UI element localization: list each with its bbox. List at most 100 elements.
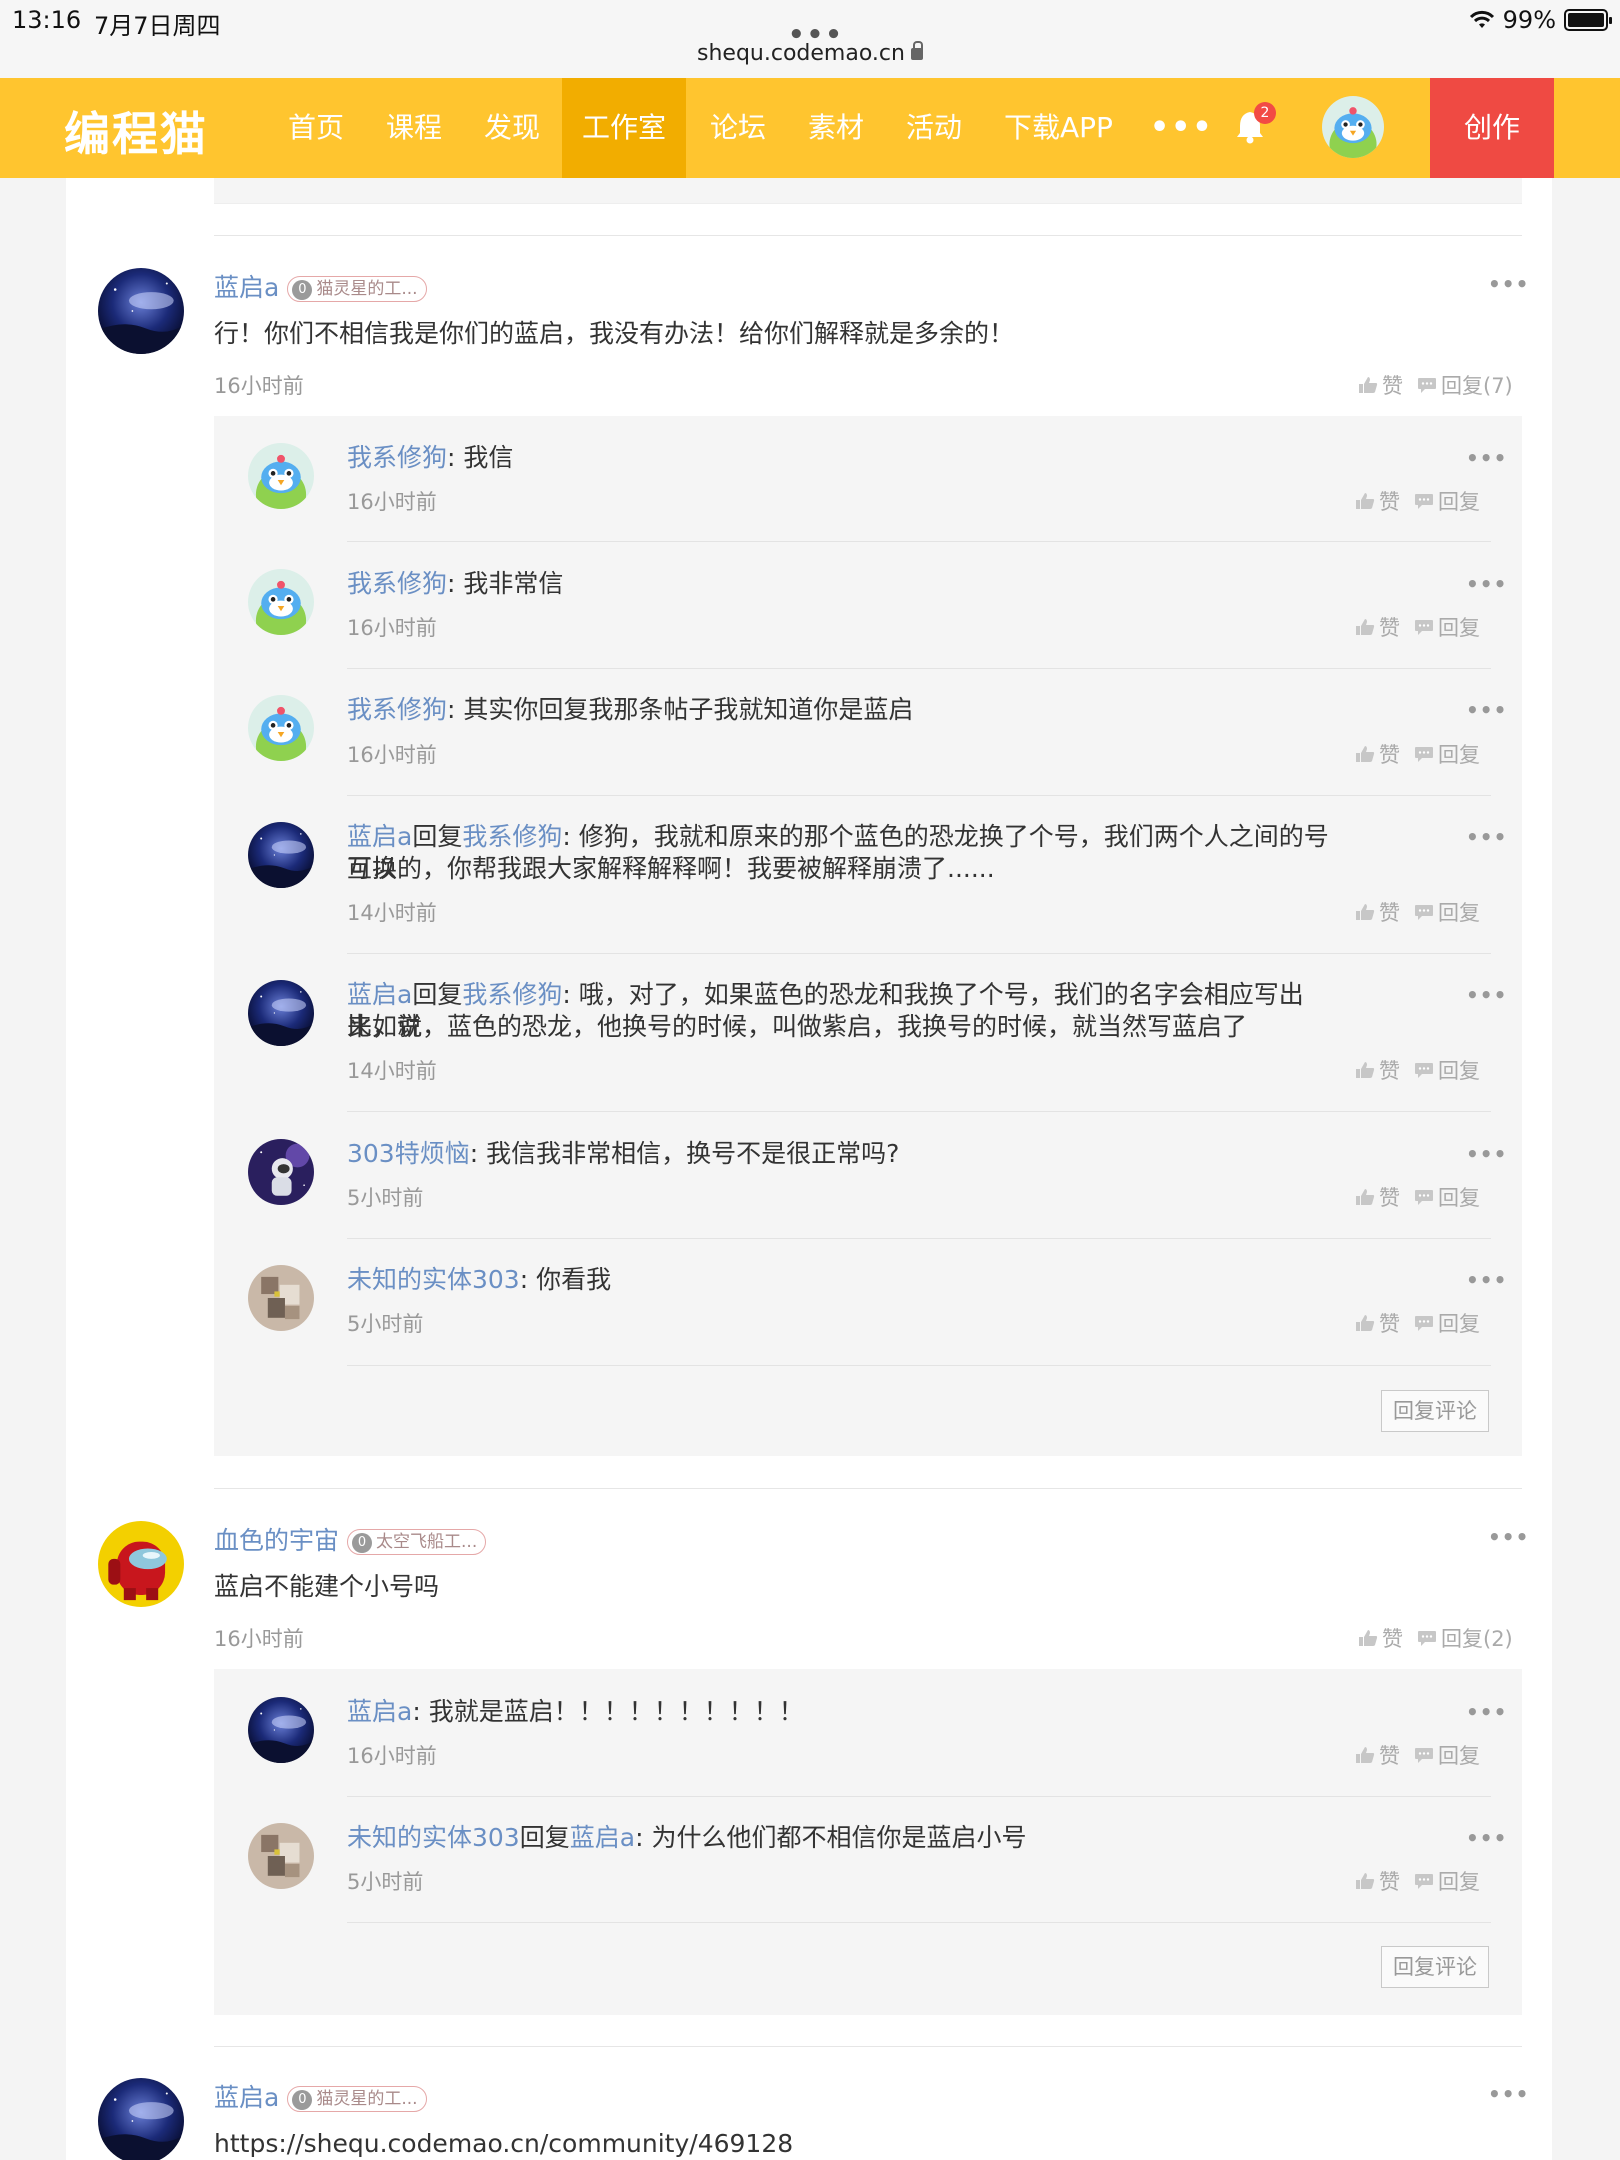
like-button[interactable]: 赞 [1355, 739, 1400, 769]
status-right: 99% [1469, 6, 1612, 34]
user-badge[interactable]: 0 猫灵星的工... [287, 2086, 427, 2112]
tab-dots-icon[interactable]: ••• [788, 20, 844, 50]
reply-button[interactable]: 回复 [1414, 1055, 1480, 1085]
avatar[interactable] [248, 980, 314, 1046]
reply-username[interactable]: 我系修狗 [347, 569, 447, 598]
like-button[interactable]: 赞 [1355, 1182, 1400, 1212]
nav-item-materials[interactable]: 素材 [788, 78, 884, 178]
like-button[interactable]: 赞 [1358, 1623, 1403, 1653]
like-button[interactable]: 赞 [1355, 897, 1400, 927]
reply-word: 回复 [519, 1823, 570, 1852]
avatar[interactable] [248, 1265, 314, 1331]
reply-username[interactable]: 蓝启a [347, 822, 412, 851]
like-label: 赞 [1379, 1312, 1400, 1336]
avatar[interactable] [248, 1823, 314, 1889]
comment-link[interactable]: https://shequ.codemao.cn/community/46912… [214, 2128, 793, 2160]
reply-label: 回复 [1438, 1870, 1480, 1894]
reply-username[interactable]: 蓝启a [347, 1697, 412, 1726]
nav-item-studio[interactable]: 工作室 [562, 78, 687, 178]
reply-username[interactable]: 我系修狗 [347, 695, 447, 724]
reply-word: 回复 [412, 980, 463, 1009]
divider [347, 953, 1491, 954]
reply-button[interactable]: 回复 [1414, 739, 1480, 769]
username[interactable]: 蓝启a [214, 273, 279, 302]
reply-text: 未知的实体303回复蓝启a: 为什么他们都不相信你是蓝启小号 [347, 1822, 1347, 1854]
avatar[interactable] [98, 2078, 184, 2160]
avatar[interactable] [248, 1697, 314, 1763]
logo[interactable]: 编程猫 [64, 98, 208, 164]
reply-button[interactable]: 回复(2) [1417, 1623, 1513, 1653]
avatar[interactable] [248, 443, 314, 509]
like-button[interactable]: 赞 [1355, 1740, 1400, 1770]
reply-username[interactable]: 未知的实体303 [347, 1823, 520, 1852]
more-options-icon[interactable]: ••• [1466, 698, 1507, 722]
more-options-icon[interactable]: ••• [1466, 572, 1507, 596]
more-options-icon[interactable]: ••• [1466, 1268, 1507, 1292]
more-options-icon[interactable]: ••• [1488, 2082, 1529, 2106]
divider [347, 795, 1491, 796]
avatar[interactable] [248, 1139, 314, 1205]
avatar[interactable] [248, 569, 314, 635]
reply-button[interactable]: 回复 [1414, 1866, 1480, 1896]
reply-comment-button[interactable]: 回复评论 [1381, 1390, 1489, 1432]
comment-text: 蓝启不能建个小号吗 [214, 1572, 440, 1601]
user-badge[interactable]: 0 太空飞船工... [347, 1529, 487, 1555]
more-options-icon[interactable]: ••• [1466, 1142, 1507, 1166]
nav-item-forum[interactable]: 论坛 [690, 78, 786, 178]
reply-button[interactable]: 回复 [1414, 1182, 1480, 1212]
nav-item-courses[interactable]: 课程 [366, 78, 462, 178]
like-button[interactable]: 赞 [1358, 370, 1403, 400]
like-button[interactable]: 赞 [1355, 1308, 1400, 1338]
reply-to-username[interactable]: 我系修狗 [462, 980, 562, 1009]
username[interactable]: 蓝启a [214, 2083, 279, 2112]
nav-more-icon[interactable]: ••• [1150, 78, 1214, 178]
avatar[interactable] [248, 822, 314, 888]
nav-item-home[interactable]: 首页 [268, 78, 364, 178]
reply-button[interactable]: 回复 [1414, 1740, 1480, 1770]
more-options-icon[interactable]: ••• [1488, 272, 1529, 296]
reply-time: 5小时前 [347, 1312, 424, 1336]
reply-button[interactable]: 回复 [1414, 1308, 1480, 1338]
more-options-icon[interactable]: ••• [1466, 1700, 1507, 1724]
like-button[interactable]: 赞 [1355, 486, 1400, 516]
reply-button[interactable]: 回复 [1414, 612, 1480, 642]
reply-comment-button[interactable]: 回复评论 [1381, 1946, 1489, 1988]
more-options-icon[interactable]: ••• [1488, 1525, 1529, 1549]
reply-username[interactable]: 蓝启a [347, 980, 412, 1009]
thumb-up-icon [1355, 903, 1375, 921]
more-options-icon[interactable]: ••• [1466, 983, 1507, 1007]
nav-item-download-app[interactable]: 下载APP [984, 78, 1133, 178]
reply-text: 我系修狗: 我非常信 [347, 568, 1347, 600]
more-options-icon[interactable]: ••• [1466, 825, 1507, 849]
avatar[interactable] [98, 268, 184, 354]
thumb-up-icon [1355, 618, 1375, 636]
reply-username[interactable]: 我系修狗 [347, 443, 447, 472]
like-button[interactable]: 赞 [1355, 1866, 1400, 1896]
battery-icon [1564, 9, 1612, 31]
nav-item-events[interactable]: 活动 [886, 78, 982, 178]
reply-actions: 赞 回复 [1355, 486, 1480, 516]
nav-item-discover[interactable]: 发现 [464, 78, 560, 178]
more-options-icon[interactable]: ••• [1466, 1826, 1507, 1850]
reply-to-username[interactable]: 我系修狗 [462, 822, 562, 851]
reply-username[interactable]: 未知的实体303 [347, 1265, 520, 1294]
user-badge[interactable]: 0 猫灵星的工... [287, 276, 427, 302]
username[interactable]: 血色的宇宙 [214, 1526, 339, 1555]
like-label: 赞 [1379, 1186, 1400, 1210]
create-button[interactable]: 创作 [1430, 78, 1554, 178]
comment-icon [1414, 1314, 1434, 1332]
reply-to-username[interactable]: 蓝启a [570, 1823, 635, 1852]
reply-username[interactable]: 303特烦恼 [347, 1139, 470, 1168]
more-options-icon[interactable]: ••• [1466, 446, 1507, 470]
user-avatar[interactable] [1322, 96, 1384, 158]
like-button[interactable]: 赞 [1355, 1055, 1400, 1085]
reply-label: 回复 [1438, 743, 1480, 767]
url-bar[interactable]: ••• shequ.codemao.cn [0, 20, 1620, 78]
avatar[interactable] [98, 1521, 184, 1607]
like-button[interactable]: 赞 [1355, 612, 1400, 642]
reply-button[interactable]: 回复 [1414, 897, 1480, 927]
reply-button[interactable]: 回复 [1414, 486, 1480, 516]
avatar[interactable] [248, 695, 314, 761]
comment-actions: 赞 回复(2) [1358, 1623, 1513, 1653]
reply-button[interactable]: 回复(7) [1417, 370, 1513, 400]
